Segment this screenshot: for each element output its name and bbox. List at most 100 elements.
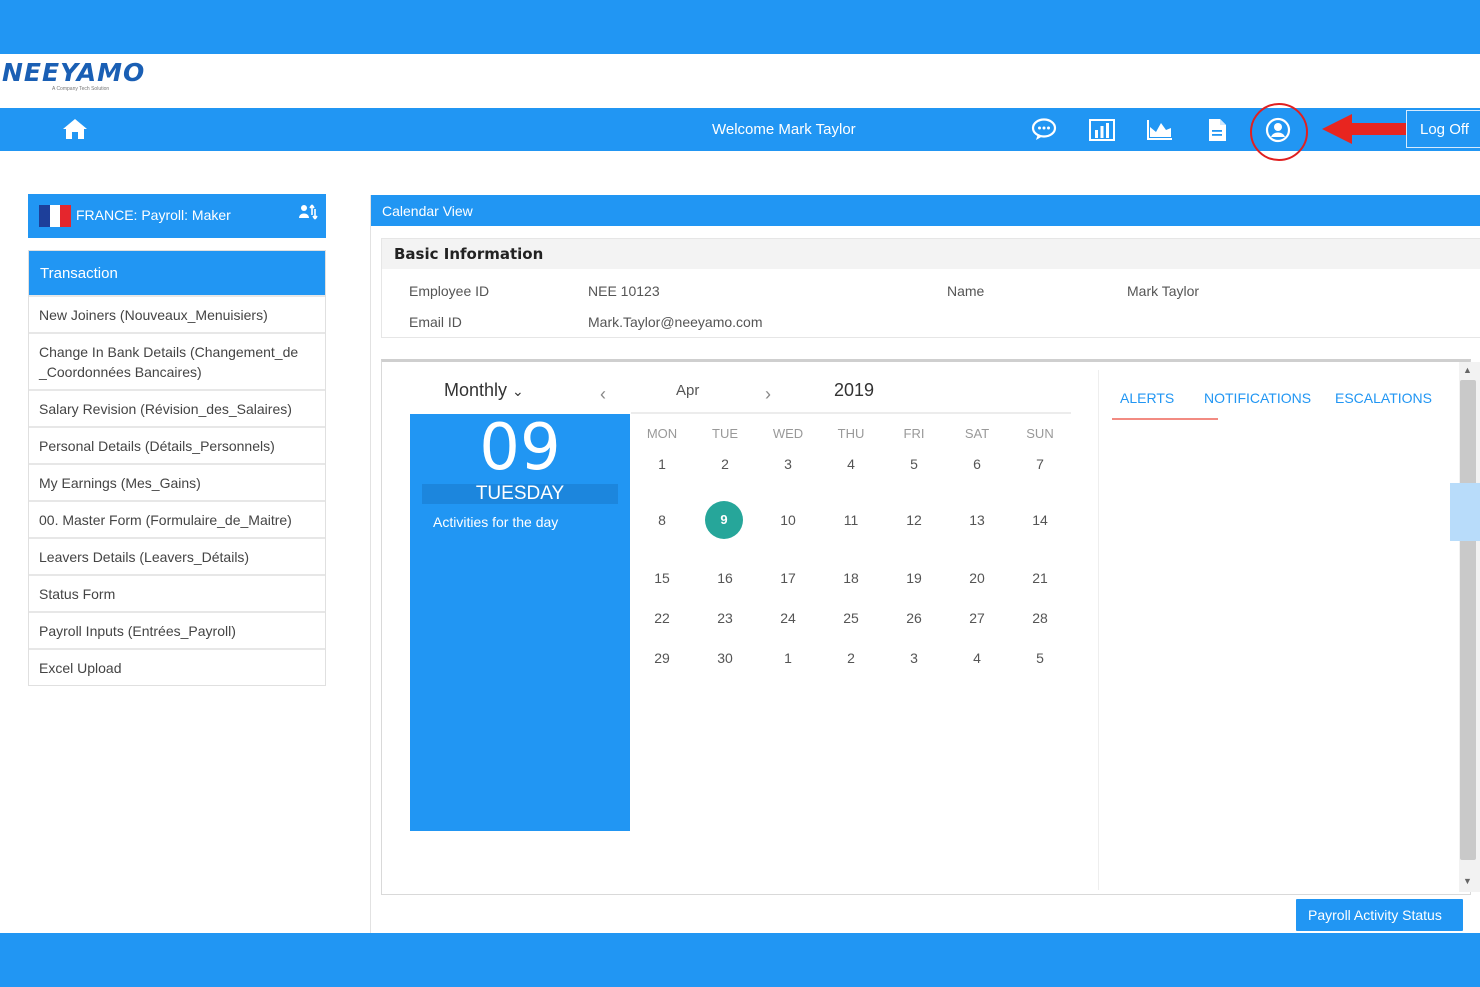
calendar-day[interactable]: 25	[826, 610, 876, 626]
menu-item-excel-upload[interactable]: Excel Upload	[29, 648, 325, 685]
email-id-value: Mark.Taylor@neeyamo.com	[588, 314, 763, 330]
email-id-label: Email ID	[409, 314, 462, 330]
calendar-day[interactable]: 3	[889, 650, 939, 666]
calendar-day[interactable]: 4	[952, 650, 1002, 666]
calendar-day[interactable]: 24	[763, 610, 813, 626]
welcome-message: Welcome Mark Taylor	[712, 121, 856, 138]
calendar-day[interactable]: 1	[637, 456, 687, 472]
bottom-frame-band	[0, 933, 1480, 987]
switch-role-icon[interactable]	[298, 203, 318, 224]
weekday-header: SAT	[964, 426, 990, 441]
selected-day-card: 09 TUESDAY Activities for the day	[410, 414, 630, 831]
calendar-day[interactable]: 2	[700, 456, 750, 472]
activities-label: Activities for the day	[433, 514, 559, 530]
france-flag-icon	[39, 205, 72, 227]
log-off-button[interactable]: Log Off	[1406, 110, 1480, 148]
tab-notifications[interactable]: NOTIFICATIONS	[1204, 390, 1311, 406]
tab-escalations[interactable]: ESCALATIONS	[1335, 390, 1432, 406]
menu-item-salary-revision[interactable]: Salary Revision (Révision_des_Salaires)	[29, 389, 325, 426]
name-label: Name	[947, 283, 985, 299]
calendar-day[interactable]: 19	[889, 570, 939, 586]
calendar-day[interactable]: 5	[889, 456, 939, 472]
calendar-day[interactable]: 17	[763, 570, 813, 586]
calendar-box: Monthly ⌄ ‹ Apr › 2019 09 TUESDAY Activi…	[381, 359, 1471, 895]
transaction-menu: Transaction New Joiners (Nouveaux_Menuis…	[28, 250, 326, 686]
menu-heading: Transaction	[29, 251, 325, 295]
menu-item-change-bank-details[interactable]: Change In Bank Details (Changement_de _C…	[29, 332, 325, 389]
calendar-day[interactable]: 21	[1015, 570, 1065, 586]
menu-item-new-joiners[interactable]: New Joiners (Nouveaux_Menuisiers)	[29, 295, 325, 332]
menu-item-personal-details[interactable]: Personal Details (Détails_Personnels)	[29, 426, 325, 463]
calendar-day[interactable]: 29	[637, 650, 687, 666]
calendar-day[interactable]: 6	[952, 456, 1002, 472]
highlight-circle-annotation	[1250, 103, 1308, 161]
selected-day-name: TUESDAY	[422, 484, 618, 504]
basic-information-title: Basic Information	[382, 239, 1480, 269]
scroll-down-arrow-icon[interactable]: ▼	[1463, 876, 1472, 886]
calendar-day[interactable]: 3	[763, 456, 813, 472]
calendar-day[interactable]: 20	[952, 570, 1002, 586]
calendar-day[interactable]: 1	[763, 650, 813, 666]
scrollbar-thumb[interactable]	[1460, 380, 1476, 860]
chevron-left-icon[interactable]: ‹	[600, 384, 606, 405]
role-label: FRANCE: Payroll: Maker	[76, 207, 231, 223]
side-drawer-tab[interactable]	[1450, 483, 1480, 541]
calendar-day[interactable]: 7	[1015, 456, 1065, 472]
area-chart-icon[interactable]	[1146, 117, 1174, 143]
calendar-day[interactable]: 16	[700, 570, 750, 586]
menu-item-status-form[interactable]: Status Form	[29, 574, 325, 611]
weekday-header: TUE	[712, 426, 738, 441]
calendar-day[interactable]: 18	[826, 570, 876, 586]
calendar-day[interactable]: 12	[889, 512, 939, 528]
brand-logo-subtitle: A Company Tech Solution	[52, 86, 110, 92]
menu-item-my-earnings[interactable]: My Earnings (Mes_Gains)	[29, 463, 325, 500]
calendar-day[interactable]: 8	[637, 512, 687, 528]
view-mode-dropdown[interactable]: Monthly ⌄	[444, 380, 524, 401]
calendar-day[interactable]: 5	[1015, 650, 1065, 666]
calendar-day[interactable]: 4	[826, 456, 876, 472]
view-mode-value: Monthly	[444, 380, 508, 400]
weekday-header: MON	[646, 426, 678, 441]
weekday-header: THU	[837, 426, 865, 441]
calendar-day[interactable]: 2	[826, 650, 876, 666]
calendar-day[interactable]: 22	[637, 610, 687, 626]
calendar-day[interactable]: 11	[826, 512, 876, 528]
menu-item-master-form[interactable]: 00. Master Form (Formulaire_de_Maitre)	[29, 500, 325, 537]
chevron-down-icon: ⌄	[512, 383, 524, 399]
weekday-header: WED	[772, 426, 804, 441]
calendar-day[interactable]: 15	[637, 570, 687, 586]
scroll-up-arrow-icon[interactable]: ▲	[1463, 365, 1472, 375]
calendar-day[interactable]: 13	[952, 512, 1002, 528]
panel-title: Calendar View	[371, 195, 1480, 226]
calendar-day[interactable]: 30	[700, 650, 750, 666]
role-selector[interactable]: FRANCE: Payroll: Maker	[28, 194, 326, 238]
document-icon[interactable]	[1203, 117, 1231, 143]
menu-item-payroll-inputs[interactable]: Payroll Inputs (Entrées_Payroll)	[29, 611, 325, 648]
basic-information-box: Basic Information Employee ID NEE 10123 …	[381, 238, 1480, 338]
employee-id-label: Employee ID	[409, 283, 490, 299]
calendar-month: Apr	[676, 382, 700, 399]
calendar-panel: Calendar View Basic Information Employee…	[370, 195, 1480, 933]
calendar-day[interactable]: 26	[889, 610, 939, 626]
brand-logo[interactable]: NEEYAMO	[2, 58, 145, 87]
tab-alerts[interactable]: ALERTS	[1120, 390, 1174, 406]
name-value: Mark Taylor	[1127, 283, 1200, 299]
calendar-day[interactable]: 23	[700, 610, 750, 626]
calendar-header-divider	[631, 412, 1071, 414]
weekday-header: SUN	[1026, 426, 1054, 441]
chevron-right-icon[interactable]: ›	[765, 384, 771, 405]
calendar-day[interactable]: 10	[763, 512, 813, 528]
selected-day-number: 09	[479, 411, 561, 485]
bar-chart-icon[interactable]	[1088, 117, 1116, 143]
calendar-day[interactable]: 14	[1015, 512, 1065, 528]
calendar-day[interactable]: 27	[952, 610, 1002, 626]
calendar-day[interactable]: 28	[1015, 610, 1065, 626]
payroll-activity-status-button[interactable]: Payroll Activity Status	[1296, 899, 1463, 931]
calendar-day-today[interactable]: 9	[705, 501, 743, 539]
weekday-header: FRI	[903, 426, 925, 441]
menu-item-leavers-details[interactable]: Leavers Details (Leavers_Détails)	[29, 537, 325, 574]
home-icon[interactable]	[61, 117, 89, 141]
employee-id-value: NEE 10123	[588, 283, 660, 299]
logo-bar: NEEYAMO A Company Tech Solution	[0, 54, 1480, 108]
chat-icon[interactable]	[1030, 117, 1058, 143]
